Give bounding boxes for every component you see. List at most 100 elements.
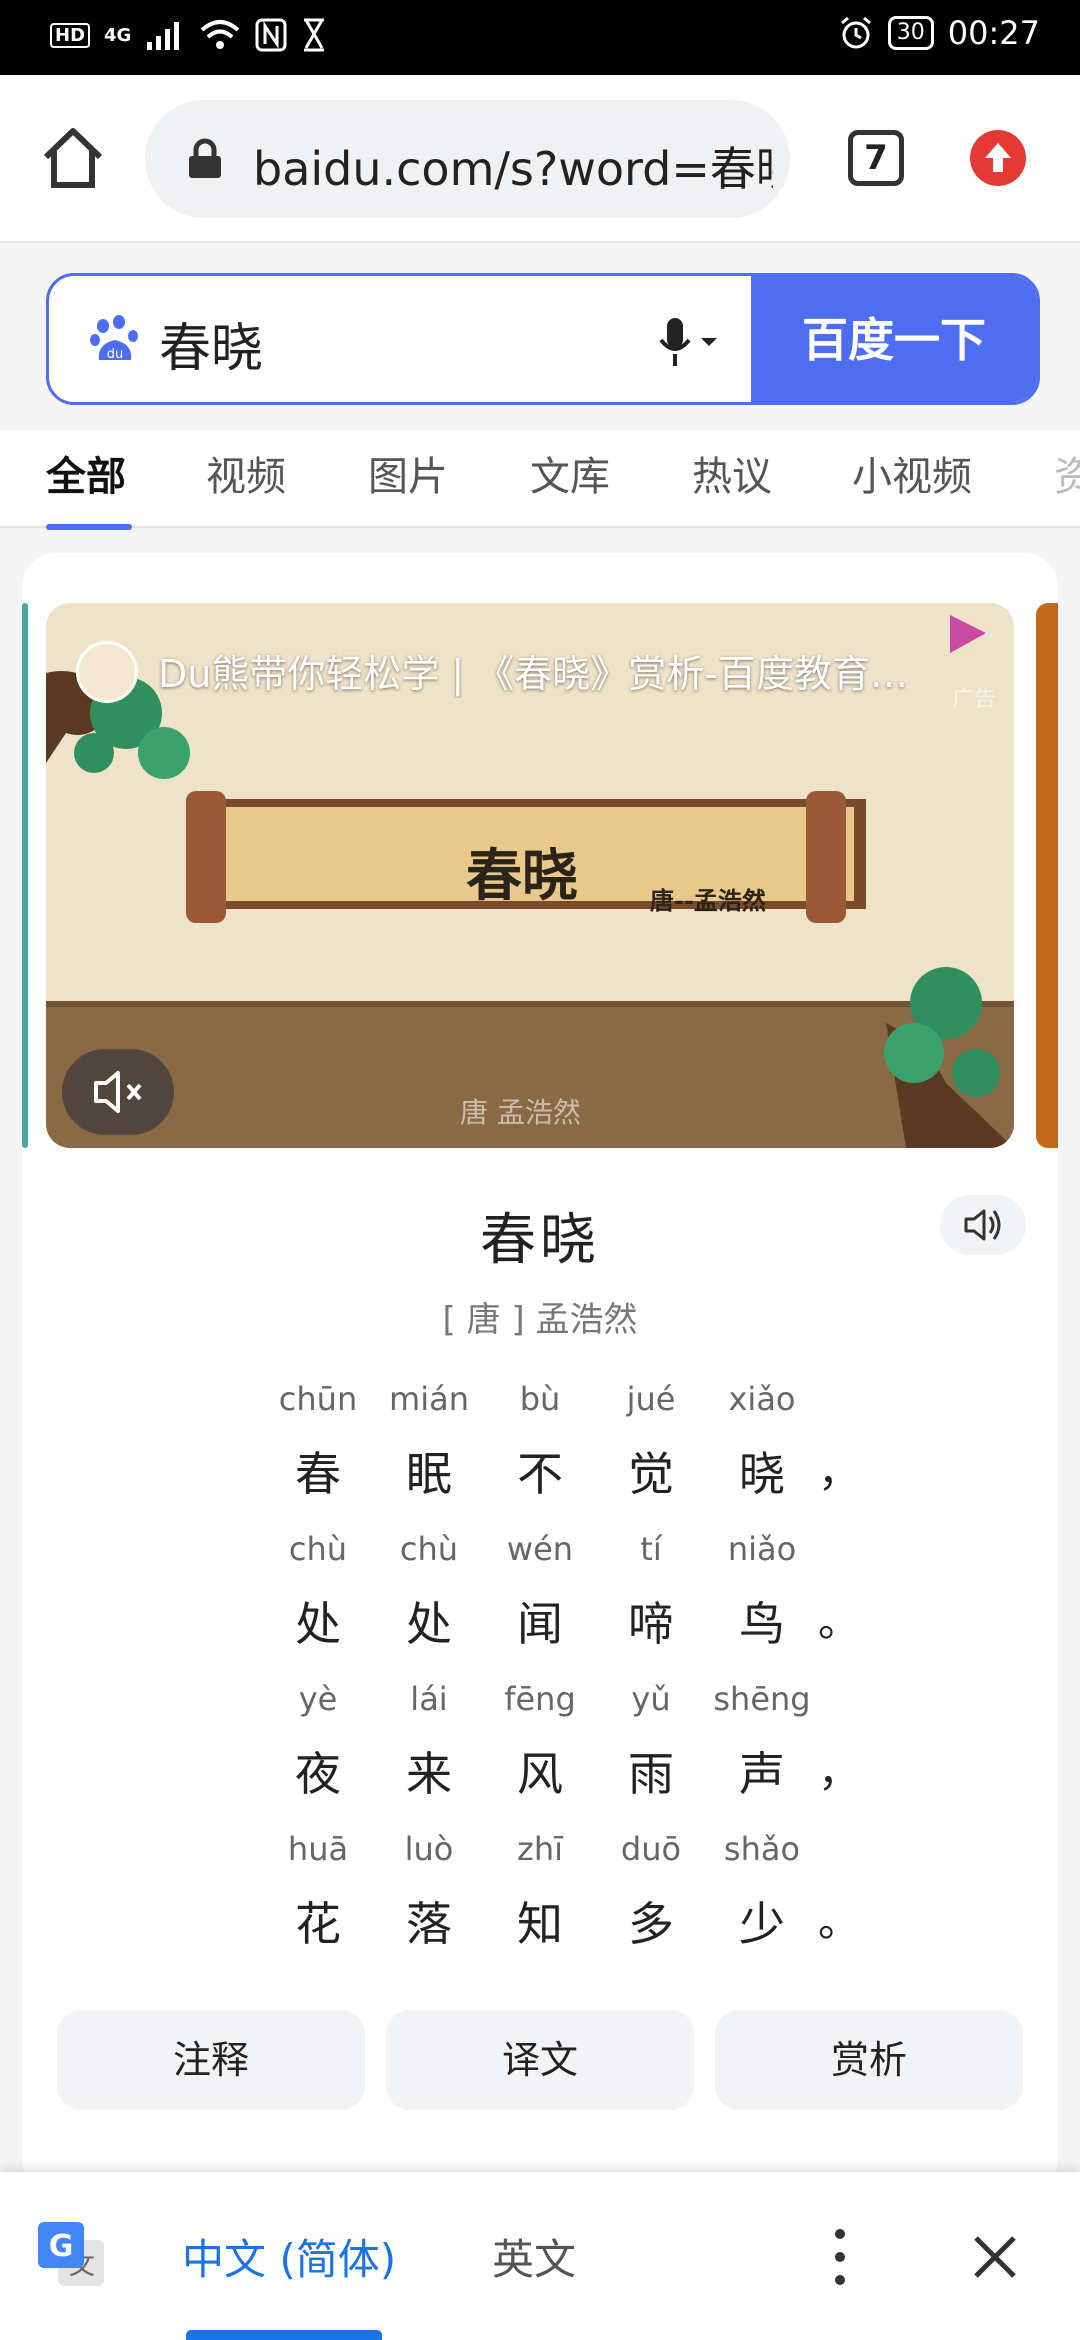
- video-subtitle: 唐 孟浩然: [460, 1096, 581, 1129]
- mic-icon[interactable]: [651, 314, 721, 370]
- punctuation: ，: [818, 1747, 861, 1796]
- nfc-icon: [255, 18, 287, 52]
- annotation-button[interactable]: 注释: [57, 2010, 365, 2110]
- appreciation-button[interactable]: 赏析: [715, 2010, 1023, 2110]
- pinyin: shǎo: [723, 1830, 801, 1868]
- hanzi: 雨: [628, 1747, 674, 1801]
- poem-line: huā 花 luò 落 zhī 知 duō 多 shǎo 少 。: [0, 1830, 1080, 1980]
- prev-carousel-peek[interactable]: [22, 603, 28, 1148]
- tab-library[interactable]: 文库: [530, 444, 610, 502]
- video-title[interactable]: Du熊带你轻松学 | 《春晓》赏析-百度教育…: [158, 643, 988, 698]
- mute-icon[interactable]: [62, 1049, 174, 1135]
- tab-short-video[interactable]: 小视频: [852, 444, 972, 502]
- pinyin: fēng: [504, 1680, 576, 1718]
- signal-icon: [147, 22, 180, 50]
- punctuation: 。: [818, 1897, 861, 1946]
- search-input[interactable]: 春晓: [159, 306, 263, 381]
- poem-line: chù 处 chù 处 wén 闻 tí 啼 niǎo 鸟 。: [0, 1530, 1080, 1680]
- lock-icon: [189, 138, 221, 178]
- poem-title: 春晓: [480, 1208, 600, 1273]
- punctuation: 。: [818, 1597, 861, 1646]
- pinyin: chù: [399, 1530, 459, 1568]
- alarm-icon: [840, 16, 871, 49]
- clock: 00:27: [947, 14, 1040, 52]
- tab-video[interactable]: 视频: [206, 444, 286, 502]
- pinyin: zhī: [517, 1830, 563, 1868]
- hanzi: 风: [517, 1747, 563, 1801]
- status-left: HD 4G: [50, 18, 327, 52]
- channel-avatar[interactable]: [76, 641, 138, 703]
- wifi-icon: [201, 20, 240, 49]
- search-box[interactable]: du 春晓 百度一下: [46, 273, 1040, 405]
- video-player[interactable]: Du熊带你轻松学 | 《春晓》赏析-百度教育… 广告 春晓 唐--孟浩然 唐 孟…: [46, 603, 1014, 1148]
- scroll-author: 唐--孟浩然: [650, 886, 766, 915]
- more-options-icon[interactable]: [820, 2222, 860, 2292]
- baidu-paw-icon: du: [90, 315, 138, 362]
- hanzi: 觉: [628, 1447, 674, 1501]
- google-translate-icon[interactable]: 文 G: [36, 2220, 108, 2292]
- hanzi: 眠: [406, 1447, 452, 1501]
- tab-discussion[interactable]: 热议: [692, 444, 772, 502]
- pinyin: duō: [620, 1830, 682, 1868]
- pinyin: lái: [410, 1680, 448, 1718]
- pinyin: mián: [389, 1380, 469, 1418]
- hanzi: 晓: [739, 1447, 785, 1501]
- translate-bar: 文 G 中文 (简体) 英文: [0, 2172, 1080, 2340]
- active-tab-indicator: [46, 524, 132, 530]
- pinyin: shēng: [713, 1680, 811, 1718]
- hanzi: 落: [406, 1897, 452, 1951]
- tab-images[interactable]: 图片: [368, 444, 448, 502]
- poem-line: yè 夜 lái 来 fēng 风 yǔ 雨 shēng 声 ，: [0, 1680, 1080, 1830]
- hanzi: 处: [406, 1597, 452, 1651]
- hanzi: 知: [517, 1897, 563, 1951]
- close-icon[interactable]: [970, 2232, 1020, 2282]
- hanzi: 声: [739, 1747, 785, 1801]
- hanzi: 春: [295, 1447, 341, 1501]
- search-button[interactable]: 百度一下: [751, 276, 1037, 402]
- pinyin: yè: [298, 1680, 338, 1718]
- home-icon[interactable]: [38, 123, 108, 193]
- pinyin: yǔ: [631, 1680, 671, 1718]
- hanzi: 鸟: [739, 1597, 785, 1651]
- hanzi: 啼: [628, 1597, 674, 1651]
- browser-toolbar: baidu.com/s?word=春晓 7: [0, 75, 1080, 243]
- hanzi: 多: [628, 1897, 674, 1951]
- hanzi: 夜: [295, 1747, 341, 1801]
- target-language-tab[interactable]: 英文: [492, 2226, 576, 2287]
- next-carousel-peek[interactable]: [1036, 603, 1058, 1148]
- svg-text:du: du: [107, 347, 124, 362]
- pinyin: chù: [288, 1530, 348, 1568]
- status-bar: HD 4G 30 00:27: [0, 0, 1080, 75]
- svg-text:G: G: [49, 2229, 74, 2264]
- poem-author: [ 唐 ] 孟浩然: [442, 1300, 638, 1340]
- pinyin: chūn: [278, 1380, 358, 1418]
- hanzi: 来: [406, 1747, 452, 1801]
- update-icon[interactable]: [970, 130, 1026, 186]
- url-text[interactable]: baidu.com/s?word=春晓: [253, 133, 773, 199]
- punctuation: ，: [818, 1447, 861, 1496]
- battery-indicator: 30: [887, 16, 934, 50]
- pinyin: luò: [404, 1830, 454, 1868]
- hanzi: 少: [739, 1897, 785, 1951]
- status-right: 30 00:27: [838, 14, 1040, 52]
- hanzi: 处: [295, 1597, 341, 1651]
- pinyin: tí: [640, 1530, 662, 1568]
- tab-overflow[interactable]: 资: [1054, 444, 1080, 502]
- translation-button[interactable]: 译文: [386, 2010, 694, 2110]
- hd-indicator: HD: [50, 22, 91, 48]
- network-indicator: 4G: [104, 24, 132, 46]
- speaker-icon[interactable]: [940, 1195, 1026, 1255]
- pinyin: wén: [506, 1530, 574, 1568]
- hanzi: 不: [517, 1447, 563, 1501]
- source-language-tab[interactable]: 中文 (简体): [182, 2226, 396, 2287]
- tab-all[interactable]: 全部: [46, 444, 126, 502]
- address-bar[interactable]: baidu.com/s?word=春晓: [145, 100, 790, 218]
- search-category-tabs: 全部 视频 图片 文库 热议 小视频 资: [0, 430, 1080, 530]
- pinyin: huā: [287, 1830, 349, 1868]
- scroll-title: 春晓: [466, 843, 578, 909]
- pinyin: jué: [626, 1380, 676, 1418]
- tabs-button[interactable]: 7: [848, 130, 904, 186]
- hourglass-icon: [304, 18, 325, 52]
- pinyin: xiǎo: [728, 1380, 796, 1418]
- ad-label: 广告: [951, 687, 996, 712]
